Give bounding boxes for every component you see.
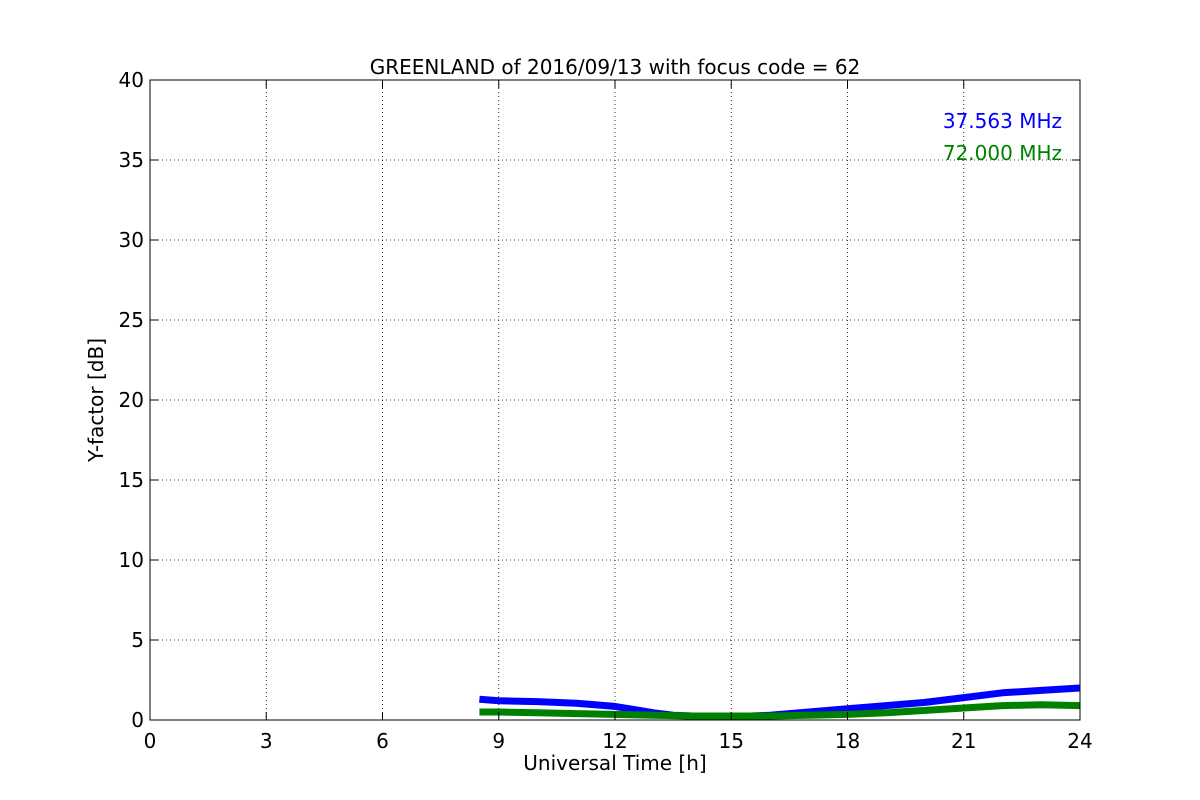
legend: 37.563 MHz 72.000 MHz <box>943 109 1062 165</box>
series-line-2 <box>479 701 1081 720</box>
y-tick-label: 40 <box>119 68 144 92</box>
x-tick-label: 15 <box>719 729 744 753</box>
y-tick-label: 35 <box>119 148 144 172</box>
legend-entry-1: 37.563 MHz <box>943 109 1062 133</box>
y-tick-label: 20 <box>119 388 144 412</box>
legend-entry-2: 72.000 MHz <box>943 141 1062 165</box>
x-axis-label: Universal Time [h] <box>523 751 706 775</box>
chart: 0 3 6 9 12 15 18 21 24 0 5 10 15 20 25 30 35 40 GREENLAND… <box>0 0 1200 800</box>
y-tick-label: 15 <box>119 468 144 492</box>
y-tick-label: 0 <box>131 708 144 732</box>
series-layer <box>479 684 1081 721</box>
x-tick-label: 18 <box>835 729 860 753</box>
chart-title: GREENLAND of 2016/09/13 with focus code … <box>370 55 861 79</box>
x-tick-label: 9 <box>492 729 505 753</box>
chart-svg: 0 3 6 9 12 15 18 21 24 0 5 10 15 20 25 30 35 40 GREENLAND… <box>84 55 1093 775</box>
y-tick-label: 10 <box>119 548 144 572</box>
y-tick-label: 30 <box>119 228 144 252</box>
x-tick-label: 6 <box>376 729 389 753</box>
grid <box>150 80 1080 720</box>
y-tick-label: 25 <box>119 308 144 332</box>
y-axis-label: Y-factor [dB] <box>84 338 108 463</box>
y-tick-label: 5 <box>131 628 144 652</box>
x-tick-label: 0 <box>144 729 157 753</box>
ticks: 0 3 6 9 12 15 18 21 24 0 5 10 15 20 25 30 35 40 <box>119 68 1093 753</box>
x-tick-label: 24 <box>1067 729 1092 753</box>
x-tick-label: 12 <box>602 729 627 753</box>
x-tick-label: 21 <box>951 729 976 753</box>
x-tick-label: 3 <box>260 729 273 753</box>
